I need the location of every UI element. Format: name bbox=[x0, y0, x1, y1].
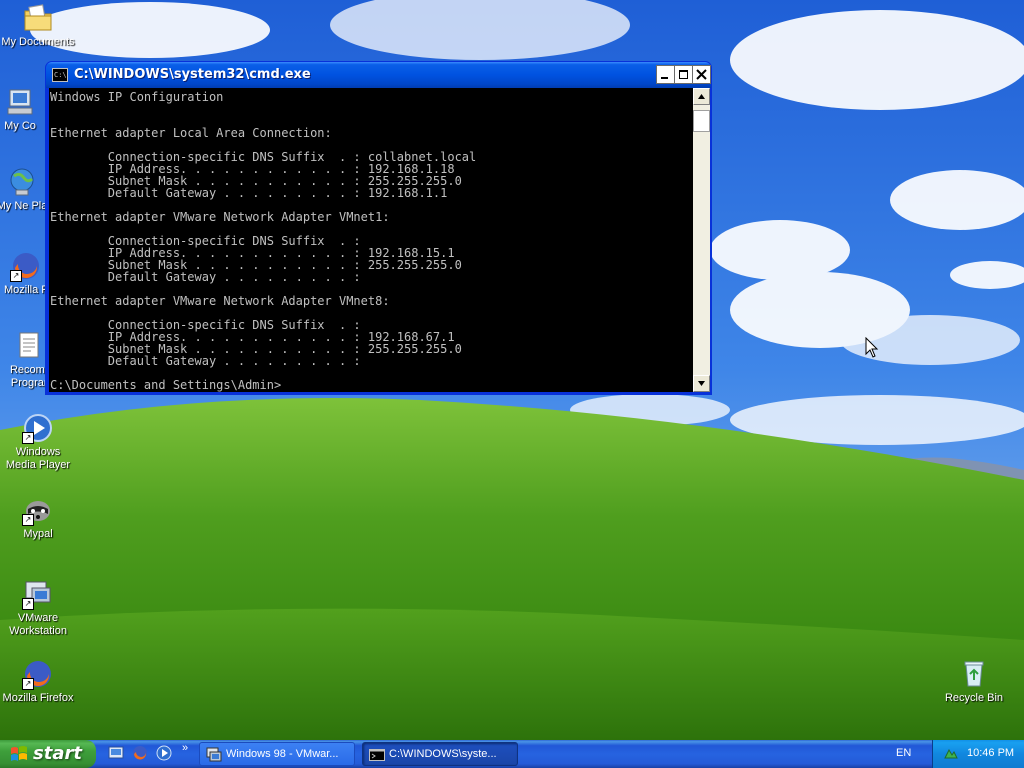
shortcut-arrow-icon: ↗ bbox=[22, 678, 34, 690]
close-button[interactable] bbox=[692, 65, 711, 84]
shortcut-arrow-icon: ↗ bbox=[22, 514, 34, 526]
desktop-icon-recycle-bin[interactable]: Recycle Bin bbox=[936, 658, 1012, 705]
console-line: Ethernet adapter Local Area Connection: bbox=[50, 126, 332, 140]
folder-documents-icon bbox=[22, 2, 54, 34]
console-line: Default Gateway . . . . . . . . . : 192.… bbox=[50, 186, 448, 200]
shortcut-arrow-icon: ↗ bbox=[22, 432, 34, 444]
start-button[interactable]: start bbox=[0, 740, 96, 768]
firefox-icon: ↗ bbox=[22, 658, 54, 690]
media-player-quicklaunch-icon[interactable] bbox=[156, 745, 172, 761]
vmware-task-icon bbox=[206, 747, 222, 762]
window-title: C:\WINDOWS\system32\cmd.exe bbox=[74, 67, 311, 82]
console-line: Default Gateway . . . . . . . . . : bbox=[50, 270, 361, 284]
close-icon bbox=[696, 69, 707, 80]
console-output[interactable]: Windows IP Configuration Ethernet adapte… bbox=[49, 88, 693, 392]
desktop-icon-mozilla-firefox[interactable]: ↗ Mozilla Firefox bbox=[0, 658, 76, 705]
cmd-task-icon bbox=[369, 749, 385, 761]
mouse-cursor-icon bbox=[865, 337, 879, 358]
console-line: Default Gateway . . . . . . . . . : bbox=[50, 354, 361, 368]
clock: 10:46 PM bbox=[967, 747, 1015, 759]
desktop-icon-label: My Documents bbox=[1, 36, 75, 48]
show-desktop-icon[interactable] bbox=[108, 745, 124, 761]
console-line: Ethernet adapter VMware Network Adapter … bbox=[50, 294, 390, 308]
console-line: Ethernet adapter VMware Network Adapter … bbox=[50, 210, 390, 224]
recycle-bin-icon bbox=[958, 658, 990, 690]
scroll-up-button[interactable] bbox=[693, 88, 710, 105]
raccoon-icon: ↗ bbox=[22, 494, 54, 526]
vertical-scrollbar[interactable] bbox=[693, 88, 710, 392]
quick-launch-more-button[interactable]: » bbox=[182, 742, 188, 754]
system-tray: 10:46 PM bbox=[932, 740, 1024, 768]
firefox-quicklaunch-icon[interactable] bbox=[132, 745, 148, 761]
desktop-icon-label: VMware Workstation bbox=[9, 612, 67, 637]
console-line: C:\Documents and Settings\Admin> bbox=[50, 378, 282, 392]
desktop-icon-mypal[interactable]: ↗ Mypal bbox=[0, 494, 76, 541]
console-line: Windows IP Configuration bbox=[50, 90, 224, 104]
desktop-icon-label: Recycle Bin bbox=[944, 692, 1004, 704]
console-text: Windows IP Configuration Ethernet adapte… bbox=[49, 88, 693, 391]
desktop-icon-windows-media-player[interactable]: ↗ Windows Media Player bbox=[0, 412, 76, 472]
arrow-up-icon bbox=[698, 94, 705, 99]
scroll-down-button[interactable] bbox=[693, 375, 710, 392]
vmware-icon: ↗ bbox=[22, 578, 54, 610]
maximize-button[interactable] bbox=[674, 65, 693, 84]
start-label: start bbox=[33, 743, 82, 764]
desktop-icon-label: Windows Media Player bbox=[5, 446, 71, 471]
network-status-icon[interactable] bbox=[943, 746, 959, 762]
minimize-button[interactable] bbox=[656, 65, 675, 84]
network-globe-icon bbox=[6, 166, 38, 198]
maximize-icon bbox=[679, 70, 688, 79]
desktop-icon-my-documents[interactable]: My Documents bbox=[0, 2, 76, 49]
desktop-icon-label: Mypal bbox=[23, 528, 53, 540]
desktop-icon-vmware-workstation[interactable]: ↗ VMware Workstation bbox=[0, 578, 76, 638]
cmd-app-icon[interactable]: C:\ bbox=[52, 68, 68, 82]
shortcut-arrow-icon: ↗ bbox=[10, 270, 22, 282]
cmd-window[interactable]: C:\ C:\WINDOWS\system32\cmd.exe Windows … bbox=[45, 61, 712, 395]
computer-icon bbox=[4, 86, 36, 118]
minimize-icon bbox=[661, 77, 668, 79]
desktop-icon-label: Mozilla Firefox bbox=[2, 692, 74, 704]
document-list-icon bbox=[12, 330, 44, 362]
cmd-titlebar[interactable]: C:\ C:\WINDOWS\system32\cmd.exe bbox=[46, 62, 711, 88]
taskbar: start » Windows 98 - VMwar... C:\WINDOWS… bbox=[0, 740, 1024, 768]
arrow-down-icon bbox=[698, 381, 705, 386]
taskbar-button-vmware[interactable]: Windows 98 - VMwar... bbox=[199, 742, 355, 766]
taskbar-button-label: Windows 98 - VMwar... bbox=[226, 748, 339, 760]
windows-logo-icon bbox=[11, 746, 27, 761]
scrollbar-thumb[interactable] bbox=[693, 110, 710, 132]
language-indicator[interactable]: EN bbox=[896, 747, 911, 759]
media-player-icon: ↗ bbox=[22, 412, 54, 444]
firefox-icon: ↗ bbox=[10, 250, 42, 282]
shortcut-arrow-icon: ↗ bbox=[22, 598, 34, 610]
taskbar-button-cmd[interactable]: C:\WINDOWS\syste... bbox=[362, 742, 518, 766]
taskbar-button-label: C:\WINDOWS\syste... bbox=[389, 748, 497, 760]
